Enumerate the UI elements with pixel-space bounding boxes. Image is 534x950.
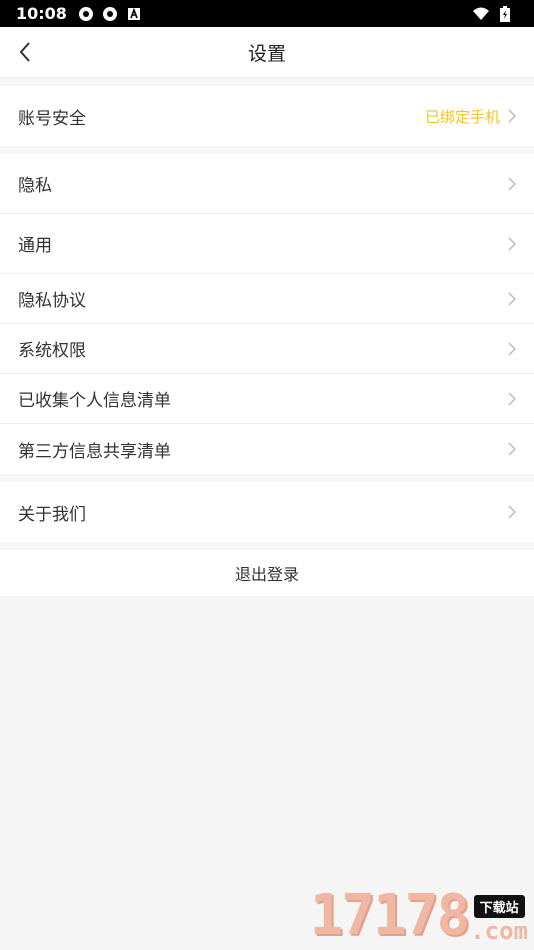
privacy-policy-row[interactable]: 隐私协议 (0, 274, 534, 324)
privacy-policy-label: 隐私协议 (18, 291, 86, 311)
about-us-row[interactable]: 关于我们 (0, 482, 534, 542)
status-time: 10:08 (16, 4, 67, 23)
privacy-label: 隐私 (18, 176, 52, 196)
general-row[interactable]: 通用 (0, 214, 534, 274)
watermark-number: 17178 (309, 883, 471, 948)
collected-info-list-row[interactable]: 已收集个人信息清单 (0, 374, 534, 424)
about-us-label: 关于我们 (18, 504, 86, 525)
watermark-tag: 下载站 (473, 894, 525, 918)
settings-group: 隐私 通用 隐私协议 系统权限 已收集个人信息清单 第三方信息共享清单 (0, 154, 534, 474)
chevron-right-icon (508, 176, 518, 192)
top-nav-bar: 设置 (0, 27, 534, 78)
chevron-right-icon (508, 291, 518, 307)
watermark-domain: .com (470, 916, 528, 945)
system-permissions-row[interactable]: 系统权限 (0, 324, 534, 374)
account-group: 账号安全 已绑定手机 (0, 86, 534, 146)
battery-icon (496, 5, 514, 23)
page-title: 设置 (247, 42, 286, 65)
chevron-right-icon (508, 108, 518, 124)
phone-bound-status: 已绑定手机 (424, 107, 500, 126)
chevron-left-icon (19, 42, 30, 62)
third-party-sharing-list-label: 第三方信息共享清单 (18, 441, 171, 462)
logout-button[interactable]: 退出登录 (0, 550, 534, 596)
account-security-label: 账号安全 (18, 108, 86, 129)
a-letter-icon (125, 5, 143, 23)
chevron-right-icon (508, 236, 518, 252)
back-button[interactable] (12, 39, 38, 65)
app-notification-icon (101, 5, 119, 23)
chevron-right-icon (508, 391, 518, 407)
status-bar: 10:08 (0, 0, 534, 27)
privacy-row[interactable]: 隐私 (0, 154, 534, 214)
watermark-logo: 17178 下载站 .com (309, 883, 528, 948)
chevron-right-icon (508, 504, 518, 520)
collected-info-list-label: 已收集个人信息清单 (18, 391, 171, 411)
chevron-right-icon (508, 441, 518, 457)
third-party-sharing-list-row[interactable]: 第三方信息共享清单 (0, 424, 534, 474)
wifi-icon (472, 5, 490, 23)
app-notification-icon (77, 5, 95, 23)
general-label: 通用 (18, 236, 52, 256)
account-security-row[interactable]: 账号安全 已绑定手机 (0, 86, 534, 146)
about-group: 关于我们 (0, 482, 534, 542)
system-permissions-label: 系统权限 (18, 341, 86, 361)
chevron-right-icon (508, 341, 518, 357)
